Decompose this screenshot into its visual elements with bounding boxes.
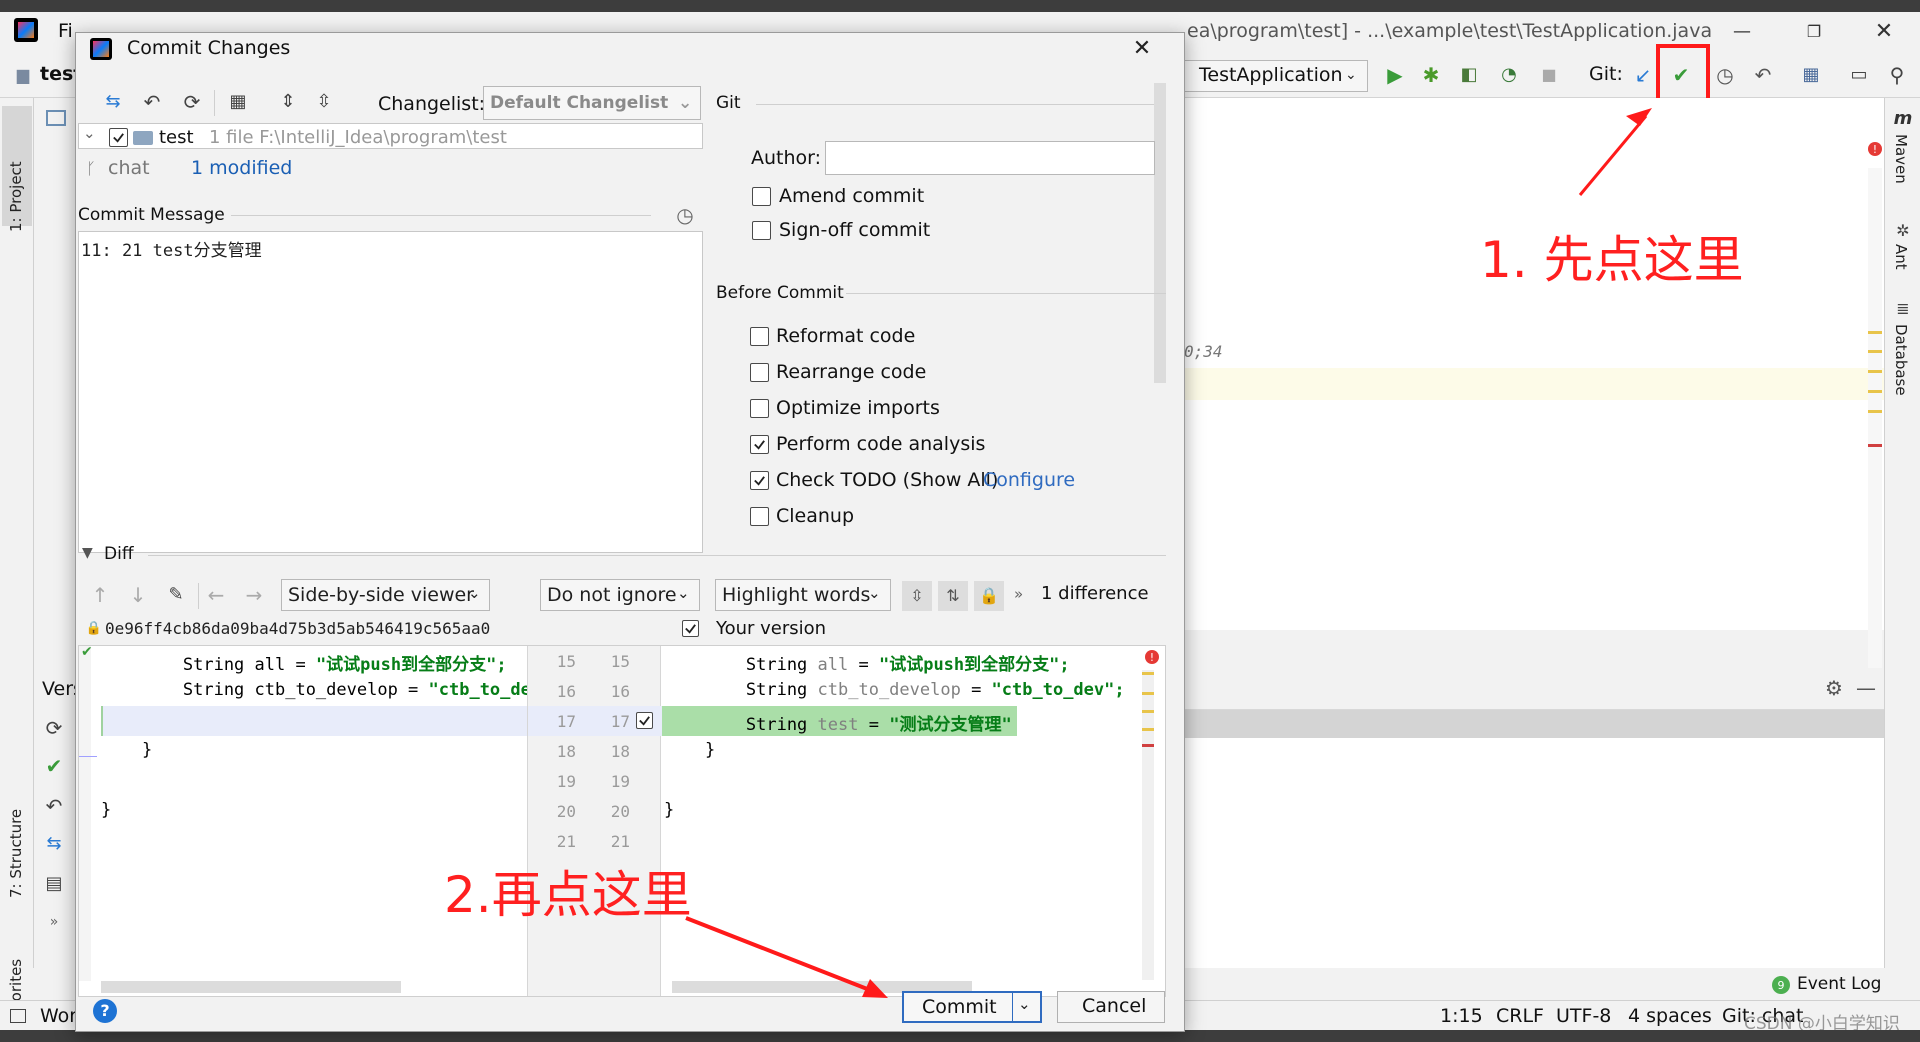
annotation-step-1: 1. 先点这里	[1480, 231, 1744, 289]
annotation-arrow-1	[1578, 115, 1648, 196]
annotation-arrowhead-2	[862, 979, 888, 998]
annotation-arrows	[685, 108, 1652, 998]
annotation-step-2: 2.再点这里	[444, 866, 692, 924]
annotation-arrow-2	[685, 916, 881, 996]
annotation-arrowhead-1	[1626, 108, 1652, 126]
